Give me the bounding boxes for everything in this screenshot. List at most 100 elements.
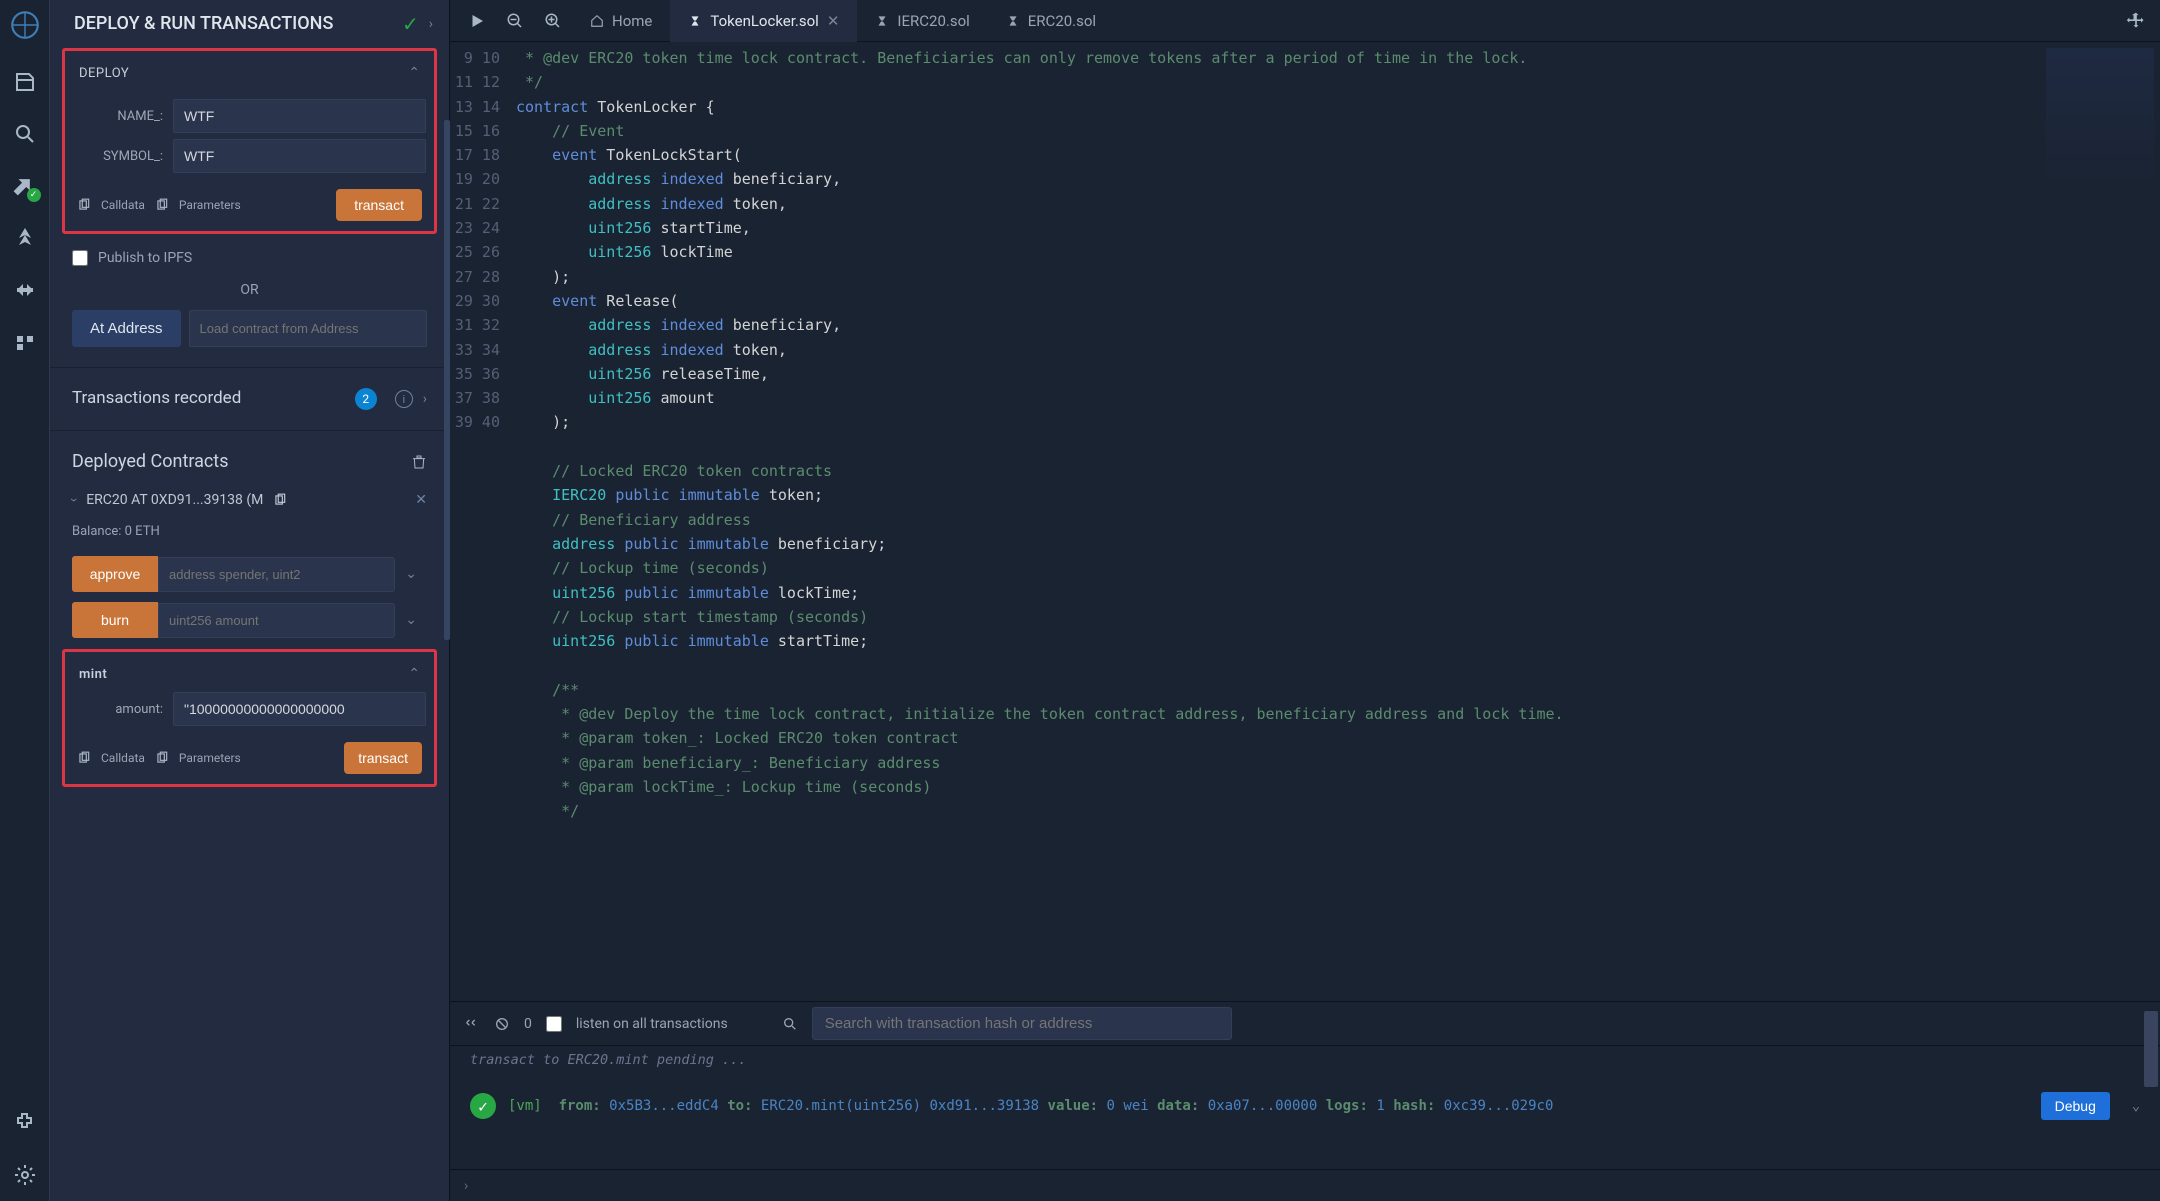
panel-body: DEPLOY ⌃ NAME_: SYMBOL_: Calldata Parame… [50, 42, 449, 1201]
transactions-recorded-row[interactable]: Transactions recorded 2 i › [62, 382, 437, 424]
parameters-label: Parameters [179, 198, 241, 212]
panel-title: DEPLOY & RUN TRANSACTIONS [74, 13, 333, 36]
code-editor[interactable]: 9 10 11 12 13 14 15 16 17 18 19 20 21 22… [450, 42, 2160, 1001]
mint-amount-label: amount: [113, 702, 173, 717]
editor-region: Home TokenLocker.sol ✕ IERC20.sol ERC20.… [450, 0, 2160, 1201]
calldata-label: Calldata [101, 751, 145, 765]
symbol-field-label: SYMBOL_: [97, 149, 173, 164]
tab-erc20[interactable]: ERC20.sol [988, 0, 1114, 42]
or-label: OR [62, 276, 437, 310]
search-icon[interactable] [782, 1016, 798, 1032]
success-icon: ✓ [470, 1093, 496, 1119]
listen-label: listen on all transactions [576, 1016, 728, 1032]
copy-parameters-icon[interactable] [155, 751, 169, 765]
tx-count-badge: 2 [355, 388, 377, 410]
chevron-down-icon[interactable]: ⌄ [395, 566, 427, 582]
zoom-out-icon[interactable] [506, 12, 524, 30]
zoom-in-icon[interactable] [544, 12, 562, 30]
burn-button[interactable]: burn [72, 602, 158, 638]
home-icon [590, 14, 604, 28]
chevron-right-icon[interactable]: › [429, 16, 433, 32]
search-icon[interactable] [13, 122, 37, 146]
line-gutter: 9 10 11 12 13 14 15 16 17 18 19 20 21 22… [450, 42, 516, 1001]
compiler-icon[interactable]: ✓ [13, 174, 37, 198]
deploy-section-label: DEPLOY [79, 66, 129, 81]
close-tab-icon[interactable]: ✕ [827, 12, 840, 30]
collapse-deploy-icon[interactable]: ⌃ [408, 65, 420, 81]
chevron-down-icon[interactable]: › [66, 498, 82, 502]
symbol-field-input[interactable] [173, 139, 426, 173]
deploy-run-panel: DEPLOY & RUN TRANSACTIONS ✓ › DEPLOY ⌃ N… [50, 0, 450, 1201]
mint-amount-input[interactable] [173, 692, 426, 726]
at-address-button[interactable]: At Address [72, 310, 181, 347]
approve-input[interactable] [158, 557, 395, 592]
ban-icon[interactable] [494, 1016, 510, 1032]
chevron-right-icon: › [464, 1178, 468, 1194]
tab-bar: Home TokenLocker.sol ✕ IERC20.sol ERC20.… [450, 0, 2160, 42]
info-icon[interactable]: i [395, 390, 413, 408]
move-icon[interactable] [2126, 11, 2146, 31]
remix-logo-icon[interactable] [8, 8, 42, 42]
transact-button[interactable]: transact [336, 189, 422, 221]
deploy-section-highlight: DEPLOY ⌃ NAME_: SYMBOL_: Calldata Parame… [62, 48, 437, 234]
play-icon[interactable] [468, 12, 486, 30]
name-field-input[interactable] [173, 99, 426, 133]
plugin-manager-icon[interactable] [13, 1111, 37, 1135]
calldata-label: Calldata [101, 198, 145, 212]
plugin-icon[interactable] [13, 330, 37, 354]
collapse-mint-icon[interactable]: ⌃ [408, 666, 420, 682]
settings-icon[interactable] [13, 1163, 37, 1187]
mint-label: mint [79, 667, 107, 682]
approve-button[interactable]: approve [72, 556, 158, 592]
burn-input[interactable] [158, 603, 395, 638]
chevron-down-icon[interactable]: ⌄ [395, 612, 427, 628]
tab-tokenlocker[interactable]: TokenLocker.sol ✕ [670, 0, 857, 42]
chevron-right-icon[interactable]: › [423, 391, 427, 407]
deployed-contracts-label: Deployed Contracts [72, 451, 229, 472]
copy-calldata-icon[interactable] [77, 751, 91, 765]
copy-calldata-icon[interactable] [77, 198, 91, 212]
file-explorer-icon[interactable] [13, 70, 37, 94]
panel-header: DEPLOY & RUN TRANSACTIONS ✓ › [50, 0, 449, 42]
contract-instance-row[interactable]: › ERC20 AT 0XD91...39138 (M ✕ [62, 486, 437, 514]
debugger-icon[interactable] [13, 278, 37, 302]
pending-line: transact to ERC20.mint pending ... [470, 1052, 2140, 1068]
log-entry[interactable]: ✓ [vm] from: 0x5B3...eddC4 to: ERC20.min… [470, 1092, 2140, 1120]
terminal-scrollbar[interactable] [2144, 941, 2160, 1121]
terminal-search-input[interactable] [812, 1007, 1232, 1040]
terminal-header: 0 listen on all transactions [450, 1002, 2160, 1046]
solidity-icon [688, 14, 702, 28]
terminal-body[interactable]: transact to ERC20.mint pending ... ✓ [vm… [450, 1046, 2160, 1169]
solidity-icon [1006, 14, 1020, 28]
trash-icon[interactable] [411, 454, 427, 470]
solidity-icon [875, 14, 889, 28]
deploy-icon[interactable] [13, 226, 37, 250]
debug-button[interactable]: Debug [2041, 1092, 2110, 1120]
listen-checkbox[interactable] [546, 1016, 562, 1032]
mint-transact-button[interactable]: transact [344, 742, 422, 774]
log-text: [vm] from: 0x5B3...eddC4 to: ERC20.mint(… [508, 1098, 1553, 1114]
contract-name-label: ERC20 AT 0XD91...39138 (M [86, 492, 263, 508]
copy-address-icon[interactable] [273, 493, 287, 507]
check-icon: ✓ [402, 12, 419, 36]
tab-home[interactable]: Home [572, 0, 670, 42]
name-field-label: NAME_: [97, 109, 173, 124]
close-contract-icon[interactable]: ✕ [415, 492, 427, 508]
terminal-footer[interactable]: › [450, 1169, 2160, 1201]
sidebar-scrollbar[interactable] [444, 120, 450, 740]
at-address-input[interactable] [189, 310, 427, 347]
publish-ipfs-label: Publish to IPFS [98, 250, 192, 266]
chevron-icon[interactable] [464, 1016, 480, 1032]
terminal-panel: 0 listen on all transactions transact to… [450, 1001, 2160, 1201]
balance-label: Balance: 0 ETH [62, 514, 437, 551]
tab-ierc20[interactable]: IERC20.sol [857, 0, 987, 42]
mint-section-highlight: mint ⌃ amount: Calldata Parameters trans… [62, 649, 437, 787]
pending-count: 0 [524, 1016, 532, 1032]
icon-rail: ✓ [0, 0, 50, 1201]
parameters-label: Parameters [179, 751, 241, 765]
copy-parameters-icon[interactable] [155, 198, 169, 212]
minimap[interactable] [2040, 42, 2160, 1001]
code-content[interactable]: * @dev ERC20 token time lock contract. B… [516, 42, 2040, 1001]
publish-ipfs-checkbox[interactable] [72, 250, 88, 266]
chevron-down-icon[interactable]: ⌄ [2132, 1098, 2140, 1114]
